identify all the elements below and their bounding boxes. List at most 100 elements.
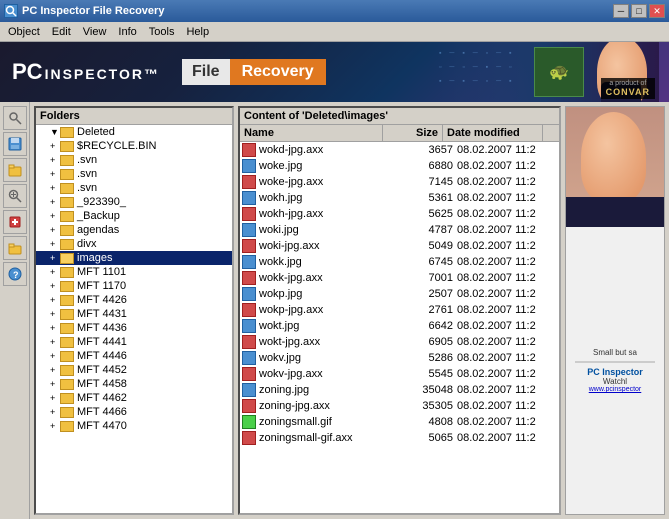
folder-tree-item[interactable]: +.svn <box>36 153 232 167</box>
file-row[interactable]: woke-jpg.axx714508.02.2007 11:2 <box>240 174 559 190</box>
folder-tree-item[interactable]: +MFT 4452 <box>36 363 232 377</box>
file-row[interactable]: woke.jpg688008.02.2007 11:2 <box>240 158 559 174</box>
file-row[interactable]: wokp.jpg250708.02.2007 11:2 <box>240 286 559 302</box>
folder-label: _923390_ <box>77 196 126 208</box>
expand-icon[interactable]: + <box>50 197 60 207</box>
file-date: 08.02.2007 11:2 <box>457 240 557 252</box>
folder-tree-item[interactable]: ▼Deleted <box>36 125 232 139</box>
file-size: 6642 <box>397 320 457 332</box>
expand-icon[interactable]: + <box>50 267 60 277</box>
folder-tree-item[interactable]: + MFT 4462 <box>36 391 232 405</box>
tool-open-button[interactable] <box>3 158 27 182</box>
folder-label: MFT 4462 <box>77 392 127 404</box>
menu-item-object[interactable]: Object <box>2 24 46 40</box>
file-row[interactable]: wokk.jpg674508.02.2007 11:2 <box>240 254 559 270</box>
file-row[interactable]: woki.jpg478708.02.2007 11:2 <box>240 222 559 238</box>
expand-icon[interactable]: + <box>50 211 60 221</box>
file-row[interactable]: wokh-jpg.axx562508.02.2007 11:2 <box>240 206 559 222</box>
expand-icon[interactable]: + <box>50 421 60 431</box>
menu-item-view[interactable]: View <box>77 24 113 40</box>
expand-icon[interactable]: + <box>50 253 60 263</box>
tool-add-button[interactable] <box>3 210 27 234</box>
expand-icon[interactable]: + <box>50 225 60 235</box>
folder-tree-item[interactable]: +MFT 4431 <box>36 307 232 321</box>
folder-icon <box>60 155 74 166</box>
file-row[interactable]: wokt-jpg.axx690508.02.2007 11:2 <box>240 334 559 350</box>
main-area: ? Folders ▼Deleted +$RECYCLE.BIN +.svn +… <box>0 102 669 519</box>
file-row[interactable]: wokd-jpg.axx365708.02.2007 11:2 <box>240 142 559 158</box>
folder-tree-item[interactable]: +MFT 4470 <box>36 419 232 433</box>
file-row[interactable]: wokp-jpg.axx276108.02.2007 11:2 <box>240 302 559 318</box>
folder-tree[interactable]: ▼Deleted +$RECYCLE.BIN +.svn +.svn +.svn… <box>36 125 232 513</box>
folder-tree-item[interactable]: +$RECYCLE.BIN <box>36 139 232 153</box>
file-row[interactable]: wokh.jpg536108.02.2007 11:2 <box>240 190 559 206</box>
expand-icon[interactable]: + <box>50 323 60 333</box>
file-row[interactable]: wokv-jpg.axx554508.02.2007 11:2 <box>240 366 559 382</box>
file-row[interactable]: zoning-jpg.axx3530508.02.2007 11:2 <box>240 398 559 414</box>
folder-tree-item[interactable]: +MFT 4446 <box>36 349 232 363</box>
file-date: 08.02.2007 11:2 <box>457 288 557 300</box>
folder-icon <box>60 323 74 334</box>
col-header-name[interactable]: Name <box>240 125 383 141</box>
expand-icon[interactable]: + <box>50 337 60 347</box>
folder-tree-item[interactable]: +divx <box>36 237 232 251</box>
folder-tree-item[interactable]: +.svn <box>36 167 232 181</box>
folder-tree-item[interactable]: +.svn <box>36 181 232 195</box>
tool-save-button[interactable] <box>3 132 27 156</box>
expand-icon[interactable]: + <box>50 365 60 375</box>
maximize-button[interactable]: □ <box>631 4 647 18</box>
menu-item-tools[interactable]: Tools <box>143 24 181 40</box>
expand-icon[interactable]: + <box>50 351 60 361</box>
folder-tree-item[interactable]: + _Backup <box>36 209 232 223</box>
folder-tree-item[interactable]: +images <box>36 251 232 265</box>
file-row[interactable]: zoningsmall-gif.axx506508.02.2007 11:2 <box>240 430 559 446</box>
files-list[interactable]: wokd-jpg.axx365708.02.2007 11:2woke.jpg6… <box>240 142 559 513</box>
tool-search-button[interactable] <box>3 106 27 130</box>
file-row[interactable]: zoning.jpg3504808.02.2007 11:2 <box>240 382 559 398</box>
expand-icon[interactable]: + <box>50 169 60 179</box>
expand-icon[interactable]: + <box>50 281 60 291</box>
file-row[interactable]: wokk-jpg.axx700108.02.2007 11:2 <box>240 270 559 286</box>
folder-tree-item[interactable]: + _923390_ <box>36 195 232 209</box>
close-button[interactable]: ✕ <box>649 4 665 18</box>
tool-help-button[interactable]: ? <box>3 262 27 286</box>
folders-header: Folders <box>36 108 232 125</box>
expand-icon[interactable]: + <box>50 239 60 249</box>
expand-icon[interactable]: + <box>50 379 60 389</box>
file-row[interactable]: wokv.jpg528608.02.2007 11:2 <box>240 350 559 366</box>
folder-tree-item[interactable]: +MFT 1101 <box>36 265 232 279</box>
file-row[interactable]: wokt.jpg664208.02.2007 11:2 <box>240 318 559 334</box>
folder-label: MFT 4466 <box>77 406 127 418</box>
expand-icon[interactable]: + <box>50 295 60 305</box>
menu-item-help[interactable]: Help <box>180 24 215 40</box>
tool-zoom-button[interactable] <box>3 184 27 208</box>
file-row[interactable]: zoningsmall.gif480808.02.2007 11:2 <box>240 414 559 430</box>
col-header-date[interactable]: Date modified <box>443 125 543 141</box>
folder-tree-item[interactable]: +MFT 4426 <box>36 293 232 307</box>
folder-tree-item[interactable]: +MFT 1170 <box>36 279 232 293</box>
folder-label: _Backup <box>77 210 120 222</box>
window-controls: ─ □ ✕ <box>613 4 665 18</box>
col-header-size[interactable]: Size <box>383 125 443 141</box>
expand-icon[interactable]: + <box>50 407 60 417</box>
expand-icon[interactable]: + <box>50 155 60 165</box>
expand-icon[interactable]: + <box>50 141 60 151</box>
convar-badge: a product of <box>606 80 650 87</box>
expand-icon[interactable]: + <box>50 393 60 403</box>
expand-icon[interactable]: + <box>50 309 60 319</box>
folder-tree-item[interactable]: +MFT 4436 <box>36 321 232 335</box>
expand-icon[interactable]: + <box>50 183 60 193</box>
minimize-button[interactable]: ─ <box>613 4 629 18</box>
menu-item-edit[interactable]: Edit <box>46 24 77 40</box>
tool-folder-button[interactable] <box>3 236 27 260</box>
expand-icon[interactable]: ▼ <box>50 127 60 137</box>
folder-icon <box>60 239 74 250</box>
folder-tree-item[interactable]: +agendas <box>36 223 232 237</box>
file-icon <box>242 159 256 173</box>
file-row[interactable]: woki-jpg.axx504908.02.2007 11:2 <box>240 238 559 254</box>
menu-item-info[interactable]: Info <box>112 24 142 40</box>
file-name: zoningsmall.gif <box>259 416 397 428</box>
folder-tree-item[interactable]: + MFT 4466 <box>36 405 232 419</box>
folder-tree-item[interactable]: +MFT 4441 <box>36 335 232 349</box>
folder-tree-item[interactable]: +MFT 4458 <box>36 377 232 391</box>
